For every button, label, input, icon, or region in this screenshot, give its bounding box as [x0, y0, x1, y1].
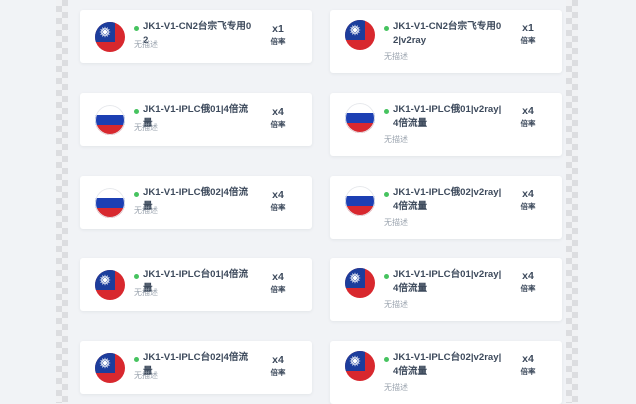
node-card[interactable]: JK1-V1-CN2台宗飞专用02|v2ray 无描述 x1 倍率 — [330, 10, 562, 73]
rate-label: 倍率 — [520, 284, 536, 293]
node-card[interactable]: JK1-V1-CN2台宗飞专用02 无描述 x1 倍率 — [80, 10, 312, 63]
rate-label: 倍率 — [520, 202, 536, 211]
ru-flag-icon — [95, 188, 125, 218]
traffic-rate: x4 倍率 — [516, 105, 540, 129]
tw-flag-icon — [345, 268, 375, 298]
node-card[interactable]: JK1-V1-IPLC俄01|v2ray|4倍流量无描述 x4 倍率 — [330, 93, 562, 156]
node-description: 无描述 — [134, 371, 158, 380]
rate-label: 倍率 — [270, 368, 286, 377]
node-title-row: JK1-V1-IPLC台01|v2ray|4倍流量 — [384, 268, 502, 296]
online-status-dot — [134, 109, 139, 114]
node-card[interactable]: JK1-V1-IPLC台01|v2ray|4倍流量无描述 x4 倍率 — [330, 258, 562, 321]
online-status-dot — [134, 192, 139, 197]
traffic-rate: x4 倍率 — [516, 270, 540, 294]
tw-flag-icon — [345, 20, 375, 50]
node-description: 无描述 — [134, 288, 158, 297]
node-description: 无描述 — [134, 123, 158, 132]
left-edge-pattern — [56, 0, 68, 403]
rate-multiplier: x4 — [522, 105, 534, 117]
rate-multiplier: x4 — [522, 353, 534, 365]
rate-multiplier: x4 — [522, 188, 534, 200]
node-description: 无描述 — [384, 218, 408, 227]
node-description: 无描述 — [134, 40, 158, 49]
traffic-rate: x4 倍率 — [516, 353, 540, 377]
tw-flag-icon — [345, 351, 375, 381]
ru-flag-icon — [345, 103, 375, 133]
node-title-row: JK1-V1-IPLC俄01|v2ray|4倍流量 — [384, 103, 502, 131]
tw-flag-icon — [95, 270, 125, 300]
node-description: 无描述 — [384, 135, 408, 144]
rate-label: 倍率 — [270, 285, 286, 294]
node-description: 无描述 — [384, 52, 408, 61]
node-card[interactable]: JK1-V1-IPLC台02|4倍流量 无描述 x4 倍率 — [80, 341, 312, 394]
tw-flag-icon — [95, 22, 125, 52]
traffic-rate: x4 倍率 — [266, 189, 290, 213]
node-card[interactable]: JK1-V1-IPLC台02|v2ray|4倍流量无描述 x4 倍率 — [330, 341, 562, 404]
node-name: JK1-V1-IPLC台02|v2ray|4倍流量 — [393, 352, 502, 377]
node-card[interactable]: JK1-V1-IPLC俄02|4倍流量 无描述 x4 倍率 — [80, 176, 312, 229]
node-name: JK1-V1-IPLC台01|v2ray|4倍流量 — [393, 269, 502, 294]
ru-flag-icon — [95, 105, 125, 135]
rate-multiplier: x4 — [272, 189, 284, 201]
traffic-rate: x4 倍率 — [266, 354, 290, 378]
traffic-rate: x4 倍率 — [516, 188, 540, 212]
tw-flag-icon — [95, 353, 125, 383]
online-status-dot — [134, 274, 139, 279]
traffic-rate: x1 倍率 — [516, 22, 540, 46]
rate-multiplier: x4 — [272, 354, 284, 366]
online-status-dot — [384, 109, 389, 114]
node-name: JK1-V1-IPLC俄01|v2ray|4倍流量 — [393, 104, 502, 129]
node-title-row: JK1-V1-CN2台宗飞专用02|v2ray — [384, 20, 502, 48]
node-description: 无描述 — [134, 206, 158, 215]
online-status-dot — [384, 274, 389, 279]
online-status-dot — [384, 357, 389, 362]
node-name: JK1-V1-IPLC俄02|v2ray|4倍流量 — [393, 187, 502, 212]
node-name: JK1-V1-CN2台宗飞专用02|v2ray — [393, 21, 502, 46]
rate-label: 倍率 — [270, 120, 286, 129]
node-description: 无描述 — [384, 300, 408, 309]
rate-label: 倍率 — [520, 119, 536, 128]
online-status-dot — [134, 357, 139, 362]
traffic-rate: x1 倍率 — [266, 23, 290, 47]
traffic-rate: x4 倍率 — [266, 271, 290, 295]
ru-flag-icon — [345, 186, 375, 216]
node-card[interactable]: JK1-V1-IPLC台01|4倍流量 无描述 x4 倍率 — [80, 258, 312, 311]
online-status-dot — [384, 26, 389, 31]
rate-label: 倍率 — [270, 203, 286, 212]
rate-multiplier: x1 — [272, 23, 284, 35]
rate-multiplier: x1 — [522, 22, 534, 34]
rate-label: 倍率 — [270, 37, 286, 46]
online-status-dot — [134, 26, 139, 31]
node-title-row: JK1-V1-IPLC台02|v2ray|4倍流量 — [384, 351, 502, 379]
online-status-dot — [384, 192, 389, 197]
right-edge-pattern — [566, 0, 578, 403]
node-description: 无描述 — [384, 383, 408, 392]
node-title-row: JK1-V1-IPLC俄02|v2ray|4倍流量 — [384, 186, 502, 214]
rate-multiplier: x4 — [272, 106, 284, 118]
rate-label: 倍率 — [520, 367, 536, 376]
traffic-rate: x4 倍率 — [266, 106, 290, 130]
node-card[interactable]: JK1-V1-IPLC俄02|v2ray|4倍流量无描述 x4 倍率 — [330, 176, 562, 239]
rate-label: 倍率 — [520, 36, 536, 45]
node-card[interactable]: JK1-V1-IPLC俄01|4倍流量 无描述 x4 倍率 — [80, 93, 312, 146]
rate-multiplier: x4 — [272, 271, 284, 283]
rate-multiplier: x4 — [522, 270, 534, 282]
